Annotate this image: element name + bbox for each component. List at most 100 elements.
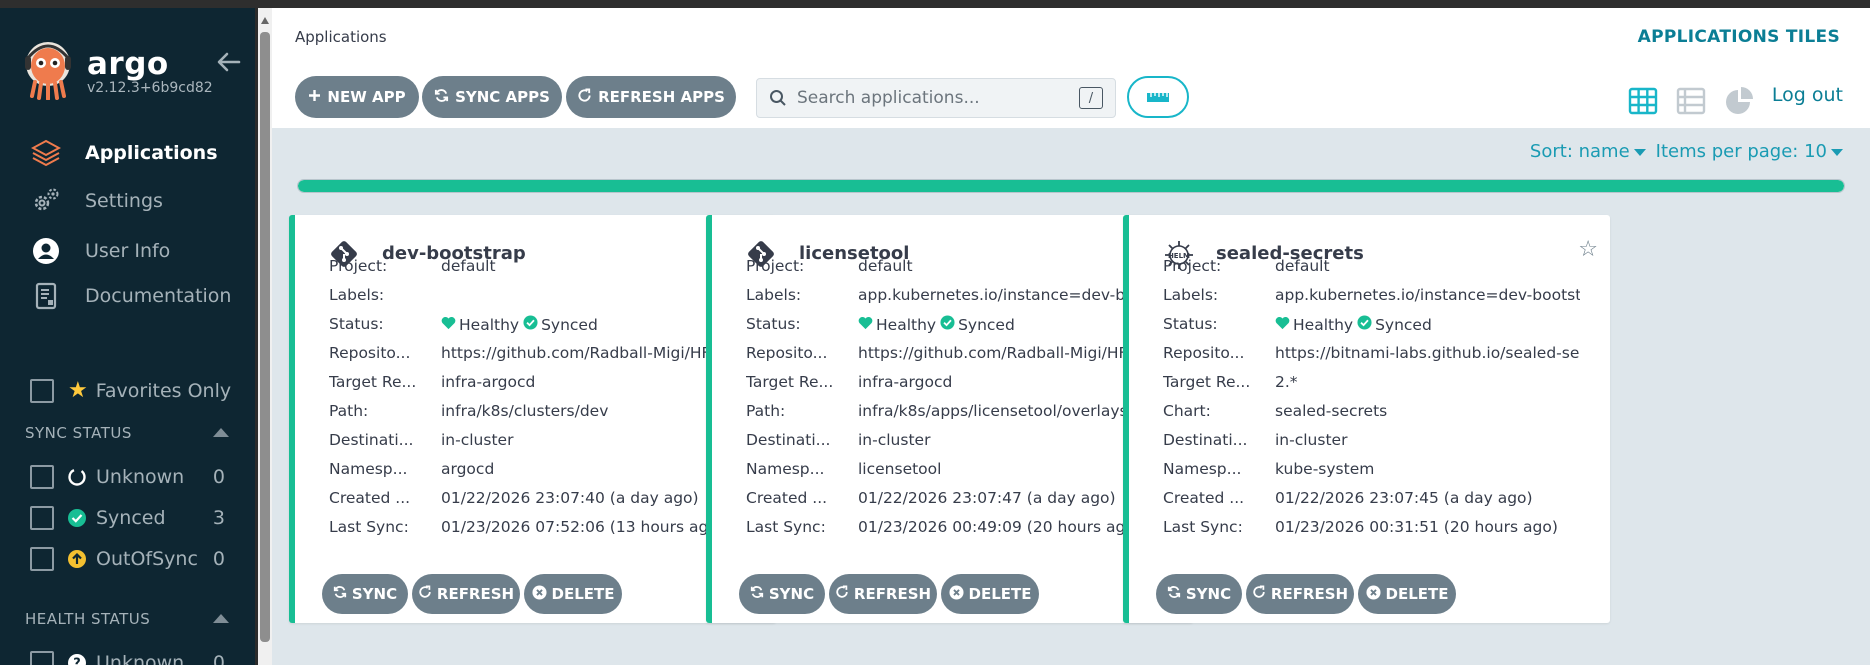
- filter-health-unknown[interactable]: ? Unknown 0: [30, 650, 225, 665]
- delete-button[interactable]: DELETE: [1358, 574, 1456, 614]
- list-view-icon[interactable]: [1676, 86, 1706, 116]
- check-circle-icon: [1357, 315, 1372, 334]
- field-value[interactable]: https://bitnami-labs.github.io/sealed-se…: [1275, 344, 1580, 362]
- sidebar-item-settings[interactable]: Settings: [30, 186, 163, 216]
- field-value: licensetool: [858, 460, 942, 478]
- field-label: Status:: [1163, 315, 1218, 333]
- filter-count: 0: [212, 548, 225, 570]
- filter-checkbox[interactable]: [30, 465, 54, 489]
- field-value-wrap: 2.*: [1275, 373, 1580, 391]
- collapse-sync-status-caret-icon[interactable]: [213, 428, 229, 437]
- field-value-wrap: 01/22/2026 23:07:40 (a day ago): [441, 489, 746, 507]
- field-value: default: [858, 257, 913, 275]
- refresh-apps-button[interactable]: REFRESH APPS: [566, 76, 736, 118]
- filter-label: Unknown: [96, 466, 185, 488]
- delete-button[interactable]: DELETE: [524, 574, 622, 614]
- sync-button[interactable]: SYNC: [322, 574, 408, 614]
- field-value-wrap: https://github.com/Radball-Migi/HF-ITCN.…: [441, 344, 746, 362]
- field-row-namespace: Namesp... argocd: [329, 460, 746, 478]
- pie-chart-view-icon[interactable]: [1724, 86, 1754, 116]
- filter-checkbox[interactable]: [30, 651, 54, 665]
- field-label: Target Re...: [1163, 373, 1251, 391]
- sidebar-item-applications[interactable]: Applications: [30, 138, 218, 168]
- refresh-button[interactable]: REFRESH: [1246, 574, 1354, 614]
- refresh-label: REFRESH: [853, 585, 932, 603]
- logout-link[interactable]: Log out: [1772, 84, 1843, 106]
- sidebar-item-documentation[interactable]: Documentation: [30, 281, 231, 311]
- field-row-source: Path: infra/k8s/apps/licensetool/overlays…: [746, 402, 1163, 420]
- favorites-only-toggle[interactable]: ★ Favorites Only: [30, 378, 231, 403]
- filter-sync-synced[interactable]: Synced 3: [30, 505, 225, 531]
- field-value: default: [1275, 257, 1330, 275]
- sidebar: argo v2.12.3+6b9cd82 Applications Settin…: [0, 8, 255, 665]
- health-text: Healthy: [1293, 315, 1354, 334]
- field-row-status: Status: Healthy Synced: [1163, 315, 1580, 334]
- scrollbar-thumb[interactable]: [260, 32, 270, 642]
- app-card[interactable]: licensetool☆Project:defaultLabels:app.ku…: [706, 215, 1193, 623]
- refresh-icon: [418, 585, 432, 603]
- sync-icon: [750, 585, 764, 603]
- sync-icon: [434, 88, 449, 107]
- brand-name: argo: [87, 46, 169, 82]
- sync-status: Synced: [1357, 315, 1432, 334]
- ruler-filter-button[interactable]: [1127, 76, 1189, 118]
- field-value[interactable]: https://github.com/Radball-Migi/HF-ITCN.…: [441, 344, 746, 362]
- field-value-wrap: infra/k8s/clusters/dev: [441, 402, 746, 420]
- field-value-wrap: app.kubernetes.io/instance=dev-bootstrap: [858, 286, 1163, 304]
- field-value: 01/23/2026 07:52:06 (13 hours ago): [441, 518, 724, 536]
- field-value: 2.*: [1275, 373, 1298, 391]
- sync-button[interactable]: SYNC: [1156, 574, 1242, 614]
- tiles-view-icon[interactable]: [1628, 86, 1658, 116]
- filter-sync-unknown[interactable]: Unknown 0: [30, 464, 225, 490]
- collapse-sidebar-arrow-icon[interactable]: [215, 48, 243, 76]
- refresh-icon: [835, 585, 849, 603]
- field-row-source: Chart: sealed-secrets: [1163, 402, 1580, 420]
- app-card[interactable]: HELM sealed-secrets ☆ Project: default Labels…: [1123, 215, 1610, 623]
- field-row-status: Status: Healthy Synced: [746, 315, 1163, 334]
- search-shortcut-key: /: [1079, 87, 1103, 109]
- filter-label: OutOfSync: [96, 548, 198, 570]
- chevron-down-icon: [1633, 148, 1646, 156]
- refresh-button[interactable]: REFRESH: [829, 574, 937, 614]
- filter-sync-outofsync[interactable]: OutOfSync 0: [30, 546, 225, 572]
- field-value-wrap: infra/k8s/apps/licensetool/overlays/dev: [858, 402, 1163, 420]
- breadcrumb[interactable]: Applications: [295, 28, 387, 46]
- filter-checkbox[interactable]: [30, 547, 54, 571]
- sort-dropdown[interactable]: Sort: name: [1530, 141, 1646, 162]
- search-input[interactable]: Search applications... /: [756, 78, 1116, 118]
- filter-checkbox[interactable]: [30, 506, 54, 530]
- favorites-checkbox[interactable]: [30, 378, 54, 403]
- scroll-up-arrow-icon[interactable]: [261, 17, 269, 24]
- sidebar-item-user-info[interactable]: User Info: [30, 236, 170, 266]
- new-app-button[interactable]: NEW APP: [295, 76, 419, 118]
- check-circle-icon: [940, 315, 955, 334]
- sync-icon: [333, 585, 347, 603]
- sync-apps-button[interactable]: SYNC APPS: [422, 76, 562, 118]
- search-placeholder: Search applications...: [797, 88, 980, 108]
- app-card[interactable]: dev-bootstrap☆Project:defaultLabels:Stat…: [289, 215, 776, 623]
- field-label: Target Re...: [329, 373, 417, 391]
- refresh-button[interactable]: REFRESH: [412, 574, 520, 614]
- sync-button[interactable]: SYNC: [739, 574, 825, 614]
- health-status: Healthy: [1275, 316, 1353, 334]
- items-per-page-label: Items per page: 10: [1655, 141, 1827, 162]
- favorite-star-icon[interactable]: ☆: [1578, 237, 1598, 262]
- field-value-wrap: argocd: [441, 460, 746, 478]
- collapse-health-status-caret-icon[interactable]: [213, 614, 229, 623]
- field-value[interactable]: https://github.com/Radball-Migi/HF-ITCN.…: [858, 344, 1163, 362]
- ruler-icon: [1147, 93, 1169, 102]
- field-row-target-revision: Target Re... infra-argocd: [329, 373, 746, 391]
- heart-icon: [858, 316, 873, 334]
- delete-label: DELETE: [551, 585, 615, 603]
- sync-label: SYNC: [768, 585, 815, 603]
- field-value-wrap: Healthy Synced: [441, 315, 746, 334]
- delete-button[interactable]: DELETE: [941, 574, 1039, 614]
- svg-text:?: ?: [73, 657, 81, 665]
- field-row-last-sync: Last Sync: 01/23/2026 07:52:06 (13 hours …: [329, 518, 746, 536]
- favorites-label: Favorites Only: [95, 379, 232, 402]
- field-label: Last Sync:: [1163, 518, 1243, 536]
- field-label: Labels:: [329, 286, 385, 304]
- items-per-page-dropdown[interactable]: Items per page: 10: [1656, 141, 1843, 162]
- sidebar-scrollbar[interactable]: [258, 8, 272, 665]
- field-label: Status:: [329, 315, 384, 333]
